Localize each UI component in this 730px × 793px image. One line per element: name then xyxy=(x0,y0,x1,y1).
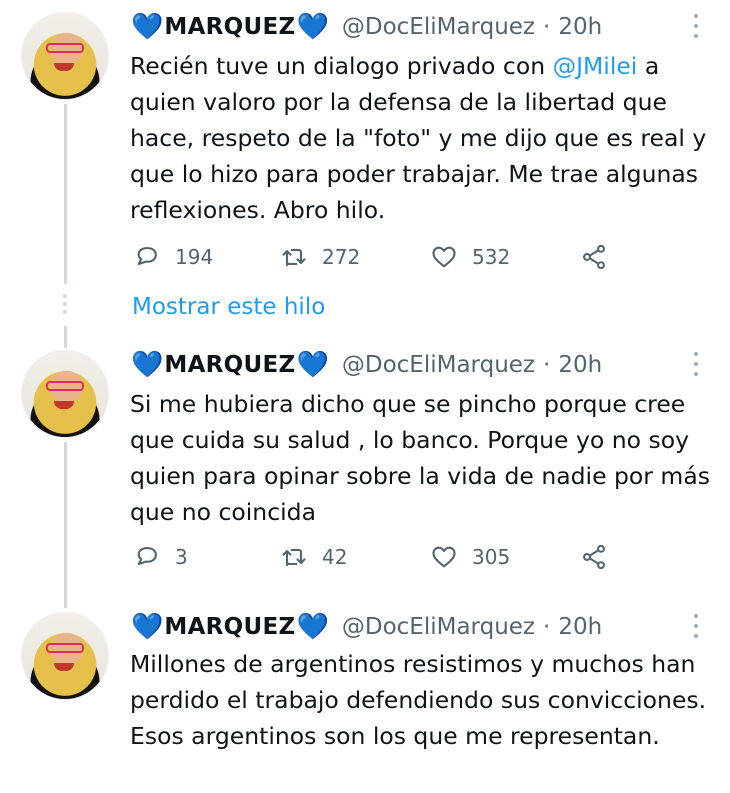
more-options-icon[interactable] xyxy=(686,11,706,41)
thread-line xyxy=(64,104,67,284)
tweet-text: Si me hubiera dicho que se pincho porque… xyxy=(130,390,710,526)
share-button[interactable] xyxy=(580,543,622,571)
display-name[interactable]: MARQUEZ xyxy=(164,614,295,640)
heart-icon xyxy=(432,546,456,568)
blue-heart-icon: 💙 xyxy=(296,350,329,380)
reply-count: 194 xyxy=(175,245,214,269)
tweet-header: 💙 MARQUEZ 💙 @DocEliMarquez · 20h xyxy=(130,610,602,644)
like-count: 305 xyxy=(472,545,511,569)
user-handle[interactable]: @DocEliMarquez xyxy=(342,352,535,378)
blue-heart-icon: 💙 xyxy=(131,350,164,380)
more-options-icon[interactable] xyxy=(686,611,706,641)
display-name[interactable]: MARQUEZ xyxy=(164,14,295,40)
timestamp[interactable]: 20h xyxy=(558,352,602,378)
like-button[interactable]: 532 xyxy=(430,243,510,271)
retweet-icon xyxy=(282,548,306,567)
retweet-button[interactable]: 272 xyxy=(280,243,360,271)
blue-heart-icon: 💙 xyxy=(131,612,164,642)
reply-button[interactable]: 194 xyxy=(133,243,213,271)
avatar[interactable] xyxy=(21,612,109,700)
retweet-icon xyxy=(282,248,306,267)
user-handle[interactable]: @DocEliMarquez xyxy=(342,614,535,640)
like-count: 532 xyxy=(472,245,511,269)
separator: · xyxy=(543,614,551,640)
retweet-count: 42 xyxy=(322,545,348,569)
retweet-count: 272 xyxy=(322,245,361,269)
blue-heart-icon: 💙 xyxy=(131,12,164,42)
tweet-text: Millones de argentinos resistimos y much… xyxy=(130,650,707,750)
share-icon xyxy=(583,244,605,270)
blue-heart-icon: 💙 xyxy=(296,12,329,42)
user-handle[interactable]: @DocEliMarquez xyxy=(342,14,535,40)
retweet-button[interactable]: 42 xyxy=(280,543,347,571)
thread-line xyxy=(64,326,67,348)
like-button[interactable]: 305 xyxy=(430,543,510,571)
tweet-text: Recién tuve un dialogo privado con @JMil… xyxy=(130,48,720,228)
timestamp[interactable]: 20h xyxy=(558,614,602,640)
tweet-text-part: Recién tuve un dialogo privado con xyxy=(130,52,553,80)
separator: · xyxy=(543,14,551,40)
reply-count: 3 xyxy=(175,545,188,569)
blue-heart-icon: 💙 xyxy=(296,612,329,642)
avatar[interactable] xyxy=(21,12,109,100)
show-thread-link[interactable]: Mostrar este hilo xyxy=(132,294,325,320)
tweet-header: 💙 MARQUEZ 💙 @DocEliMarquez · 20h xyxy=(130,10,602,44)
thread-gap-dots xyxy=(63,294,67,314)
display-name[interactable]: MARQUEZ xyxy=(164,352,295,378)
heart-icon xyxy=(432,246,456,268)
tweet-header: 💙 MARQUEZ 💙 @DocEliMarquez · 20h xyxy=(130,348,602,382)
more-options-icon[interactable] xyxy=(686,349,706,379)
avatar[interactable] xyxy=(21,350,109,438)
thread-line xyxy=(64,442,67,608)
separator: · xyxy=(543,352,551,378)
timestamp[interactable]: 20h xyxy=(558,14,602,40)
reply-button[interactable]: 3 xyxy=(133,543,188,571)
reply-icon xyxy=(137,247,157,266)
share-button[interactable] xyxy=(580,243,622,271)
mention-link[interactable]: @JMilei xyxy=(553,52,638,80)
share-icon xyxy=(583,544,605,570)
reply-icon xyxy=(137,547,157,566)
